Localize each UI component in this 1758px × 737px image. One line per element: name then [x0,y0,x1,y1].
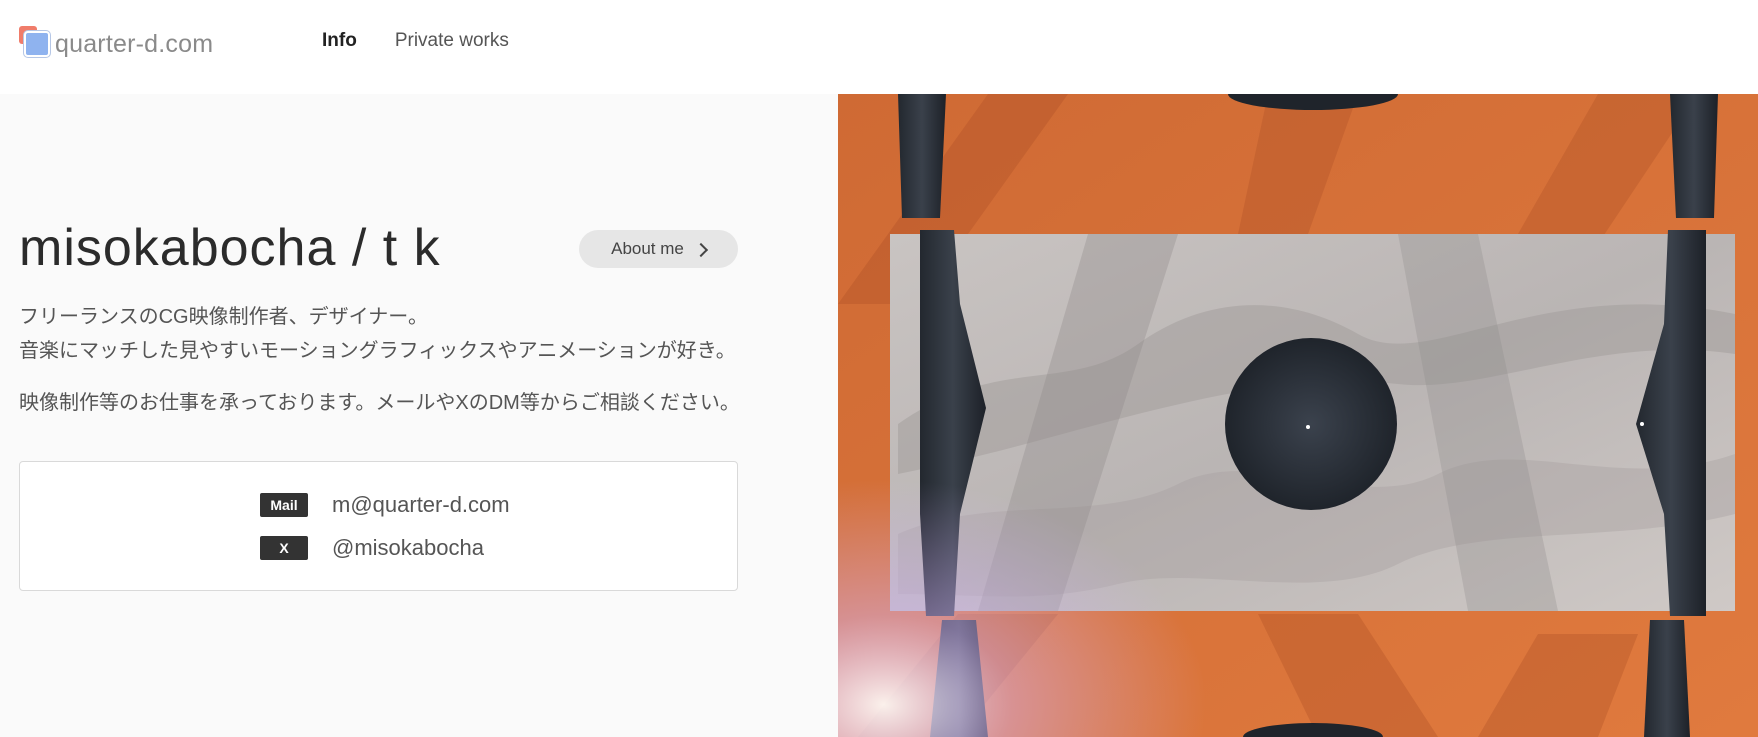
contact-row-x: X @misokabocha [260,535,484,561]
hero-artwork-image [838,94,1758,737]
x-badge: X [260,536,308,560]
main-nav: Info Private works [322,30,509,52]
x-handle-link[interactable]: @misokabocha [332,535,484,561]
logo-icon [19,26,50,57]
about-me-label: About me [611,239,684,258]
nav-item-private-works[interactable]: Private works [395,30,509,52]
nav-item-info[interactable]: Info [322,30,357,52]
intro-description: フリーランスのCG映像制作者、デザイナー。 音楽にマッチした見やすいモーショング… [19,300,736,368]
top-navigation-bar: quarter-d.com Info Private works [0,0,1758,94]
mail-address-link[interactable]: m@quarter-d.com [332,492,510,518]
page-title: misokabocha / t k [19,219,441,277]
chevron-right-icon [693,242,708,257]
contact-row-mail: Mail m@quarter-d.com [260,492,510,518]
mail-badge: Mail [260,493,308,517]
artwork-illustration [838,94,1758,737]
site-logo-link[interactable]: quarter-d.com [19,24,213,59]
work-inquiry-text: 映像制作等のお仕事を承っております。メールやXのDM等からご相談ください。 [19,392,740,414]
contact-card: Mail m@quarter-d.com X @misokabocha [19,461,738,591]
description-line: 音楽にマッチした見やすいモーショングラフィックスやアニメーションが好き。 [19,340,736,362]
description-line: フリーランスのCG映像制作者、デザイナー。 [19,306,428,328]
about-me-button[interactable]: About me [579,230,738,268]
logo-text: quarter-d.com [55,30,214,58]
